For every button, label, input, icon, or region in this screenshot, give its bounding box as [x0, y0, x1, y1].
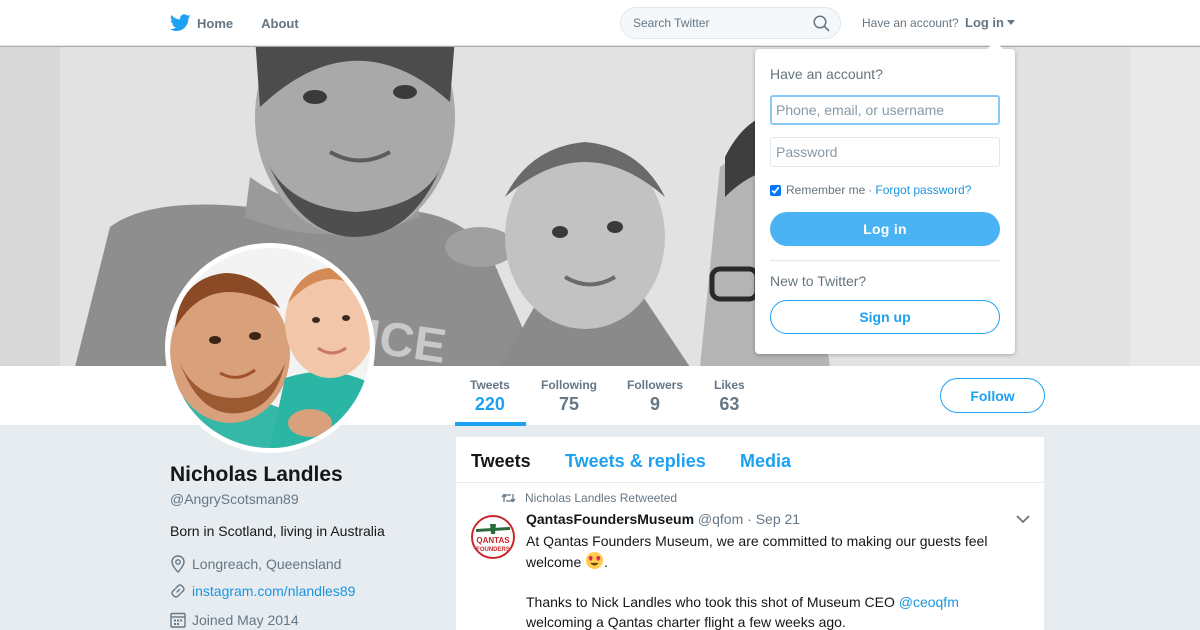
location-text: Longreach, Queensland: [192, 556, 342, 572]
stat-followers[interactable]: Followers 9: [627, 378, 683, 415]
nav-home[interactable]: Home: [170, 14, 233, 32]
dropdown-divider: [770, 260, 1000, 261]
logo-text-bottom: FOUNDERS: [476, 547, 510, 553]
login-toggle-label: Log in: [965, 15, 1004, 30]
caret-down-icon: [1007, 20, 1015, 25]
profile-avatar[interactable]: [165, 243, 375, 453]
stat-following-label: Following: [541, 378, 597, 392]
dropdown-arrow: [987, 41, 1003, 49]
tab-tweets-replies[interactable]: Tweets & replies: [565, 451, 706, 472]
stat-following-value: 75: [558, 394, 580, 414]
stat-likes[interactable]: Likes 63: [714, 378, 745, 415]
stat-followers-value: 9: [650, 394, 661, 414]
tweet-author-avatar[interactable]: QANTAS FOUNDERS: [470, 514, 516, 560]
chevron-down-icon[interactable]: [1016, 515, 1030, 524]
location-pin-icon: [171, 555, 185, 573]
remember-separator: ·: [868, 183, 873, 197]
username-field[interactable]: [770, 95, 1000, 125]
search-input[interactable]: [633, 16, 803, 30]
tweet-header-dot: ·: [747, 511, 752, 527]
search-icon[interactable]: [813, 15, 830, 32]
nav-about[interactable]: About: [261, 16, 299, 31]
nav-about-label: About: [261, 15, 299, 31]
top-navigation-bar: Home About Have an account? Log in: [0, 0, 1200, 46]
profile-bio: Born in Scotland, living in Australia: [170, 523, 385, 539]
stat-tweets-label: Tweets: [470, 378, 510, 392]
tweet-header: QantasFoundersMuseum @qfom · Sep 21: [526, 511, 800, 527]
follow-button[interactable]: Follow: [940, 378, 1045, 413]
tweet-paragraph-2: Thanks to Nick Landles who took this sho…: [526, 592, 1016, 630]
retweet-icon: [501, 493, 516, 503]
profile-handle[interactable]: @AngryScotsman89: [170, 491, 299, 507]
website-link[interactable]: instagram.com/nlandles89: [192, 583, 355, 599]
tweet-date[interactable]: Sep 21: [756, 511, 800, 527]
stat-following[interactable]: Following 75: [541, 378, 597, 415]
signup-button[interactable]: Sign up: [770, 300, 1000, 334]
active-stat-underline: [455, 422, 526, 426]
stat-tweets-value: 220: [474, 394, 505, 414]
retweet-context: Nicholas Landles Retweeted: [501, 491, 677, 505]
avatar-image: [170, 248, 370, 448]
tab-tweets[interactable]: Tweets: [471, 451, 531, 472]
tweet-text-line2-after: welcoming a Qantas charter flight a few …: [526, 614, 846, 630]
stat-tweets[interactable]: Tweets 220: [470, 378, 510, 415]
stat-likes-label: Likes: [714, 378, 745, 392]
tweet-text-line2-before: Thanks to Nick Landles who took this sho…: [526, 594, 899, 610]
remember-row: Remember me · Forgot password?: [770, 183, 971, 197]
logo-text-top: QANTAS: [476, 536, 510, 545]
tweet-text: At Qantas Founders Museum, we are commit…: [526, 531, 1016, 630]
joined-text: Joined May 2014: [192, 611, 299, 628]
nav-home-label: Home: [197, 15, 234, 31]
tweet-author-handle[interactable]: @qfom: [698, 511, 743, 527]
link-icon: [171, 584, 185, 598]
tweet-mention-link[interactable]: @ceoqfm: [899, 594, 959, 610]
have-account-label: Have an account?: [862, 16, 959, 30]
timeline: Tweets Tweets & replies Media Nicholas L…: [456, 437, 1044, 630]
stat-likes-value: 63: [719, 394, 740, 414]
login-dropdown: Have an account? Remember me · Forgot pa…: [755, 41, 1015, 354]
profile-website: instagram.com/nlandles89: [170, 583, 355, 599]
profile-location: Longreach, Queensland: [170, 555, 341, 573]
retweet-context-text[interactable]: Nicholas Landles Retweeted: [525, 491, 677, 505]
calendar-icon: [170, 612, 186, 628]
dropdown-title: Have an account?: [770, 66, 883, 82]
tab-media[interactable]: Media: [740, 451, 791, 472]
login-button[interactable]: Log in: [770, 212, 1000, 246]
museum-logo-icon: QANTAS FOUNDERS: [470, 514, 516, 560]
profile-name[interactable]: Nicholas Landles: [170, 463, 343, 487]
nav-left: Home About: [170, 0, 327, 46]
password-field[interactable]: [770, 137, 1000, 167]
stat-followers-label: Followers: [627, 378, 684, 392]
tweet-paragraph-1: At Qantas Founders Museum, we are commit…: [526, 531, 1016, 572]
profile-joined: Joined May 2014: [170, 611, 299, 628]
twitter-bird-icon: [170, 14, 191, 31]
remember-me-label[interactable]: Remember me: [786, 183, 865, 197]
heart-eyes-emoji-icon: [586, 551, 604, 570]
tweet-author-name[interactable]: QantasFoundersMuseum: [526, 511, 694, 527]
forgot-password-link[interactable]: Forgot password?: [875, 183, 971, 197]
tweet-text-line1-end: .: [604, 554, 609, 570]
remember-me-checkbox[interactable]: [770, 184, 781, 196]
login-dropdown-toggle[interactable]: Log in: [965, 15, 1015, 30]
search-box[interactable]: [620, 7, 841, 39]
new-to-twitter-label: New to Twitter?: [770, 273, 867, 289]
timeline-tabs: Tweets Tweets & replies Media: [456, 437, 1044, 483]
